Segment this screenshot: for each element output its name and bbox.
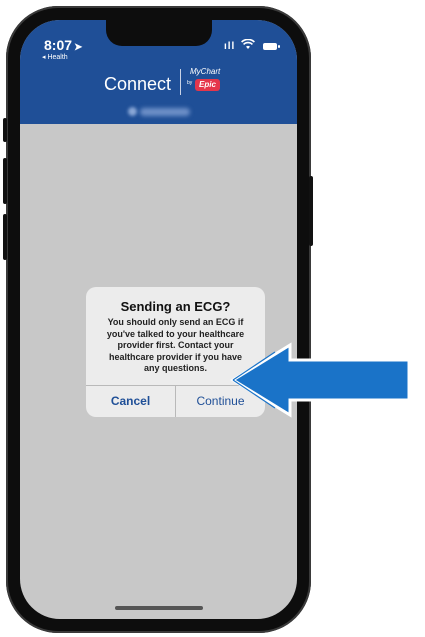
pointer-arrow-icon (230, 342, 411, 418)
